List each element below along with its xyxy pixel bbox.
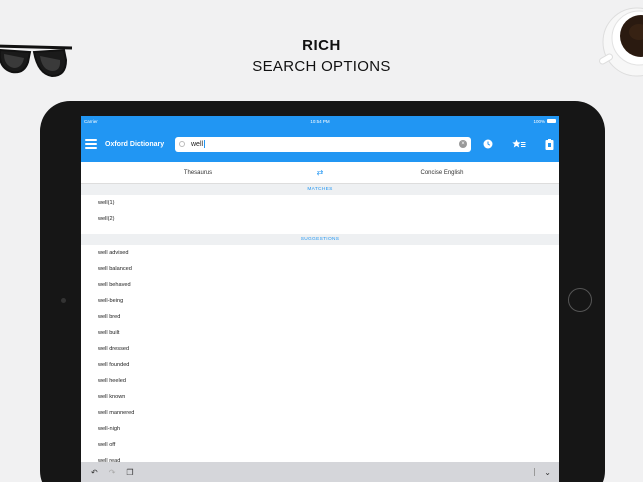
matches-list: well(1) well(2) xyxy=(81,195,559,227)
list-item[interactable]: well dressed xyxy=(81,341,559,357)
headline-rich: RICH xyxy=(302,37,341,54)
keyboard-shortcut-bar: ↶ ↷ ❐ ⌄ xyxy=(81,462,559,482)
undo-icon[interactable]: ↶ xyxy=(91,468,98,477)
swap-icon[interactable]: ⇄ xyxy=(315,168,325,177)
list-item[interactable]: well off xyxy=(81,437,559,453)
toolbar-divider xyxy=(534,468,535,476)
list-item[interactable]: well-being xyxy=(81,293,559,309)
list-item[interactable]: well mannered xyxy=(81,405,559,421)
hide-keyboard-icon[interactable]: ⌄ xyxy=(544,468,551,477)
history-icon[interactable] xyxy=(483,139,493,149)
redo-icon[interactable]: ↷ xyxy=(109,468,116,477)
home-button[interactable] xyxy=(568,288,592,312)
dictionary-switcher: Thesaurus ⇄ Concise English xyxy=(81,162,559,184)
list-item[interactable]: well(1) xyxy=(81,195,559,211)
list-item[interactable]: well known xyxy=(81,389,559,405)
navigation-bar: Oxford Dictionary well × xyxy=(81,126,559,162)
tab-concise-english[interactable]: Concise English xyxy=(325,170,559,176)
tab-thesaurus[interactable]: Thesaurus xyxy=(81,170,315,176)
glasses-decoration xyxy=(0,44,73,78)
list-item[interactable]: well behaved xyxy=(81,277,559,293)
headline-search-options: SEARCH OPTIONS xyxy=(252,58,391,75)
list-item[interactable]: well founded xyxy=(81,357,559,373)
search-value: well xyxy=(191,140,205,148)
list-item[interactable]: well bred xyxy=(81,309,559,325)
status-time: 10:54 PM xyxy=(310,118,330,124)
list-item[interactable]: well(2) xyxy=(81,211,559,227)
status-bar: Carrier 10:54 PM 100% xyxy=(81,116,559,126)
favorites-icon[interactable] xyxy=(512,139,526,149)
coffee-cup-decoration xyxy=(599,7,643,77)
search-icon xyxy=(179,141,185,147)
list-item[interactable]: well advised xyxy=(81,245,559,261)
list-item[interactable]: well built xyxy=(81,325,559,341)
nav-actions xyxy=(483,138,554,150)
front-camera xyxy=(61,298,66,303)
app-title: Oxford Dictionary xyxy=(105,140,165,148)
text-caret xyxy=(203,140,205,148)
bookmark-icon[interactable] xyxy=(545,138,554,150)
paste-icon[interactable]: ❐ xyxy=(126,468,133,477)
list-item[interactable]: well-nigh xyxy=(81,421,559,437)
app-screen: Carrier 10:54 PM 100% Oxford Dictionary … xyxy=(81,116,559,482)
clear-search-icon[interactable]: × xyxy=(459,140,467,148)
matches-header: MATCHES xyxy=(81,184,559,195)
list-item[interactable]: well heeled xyxy=(81,373,559,389)
list-item[interactable]: well balanced xyxy=(81,261,559,277)
suggestions-header: SUGGESTIONS xyxy=(81,234,559,245)
suggestions-list: well advised well balanced well behaved … xyxy=(81,245,559,469)
search-input[interactable]: well × xyxy=(175,136,471,152)
menu-icon[interactable] xyxy=(85,139,97,149)
